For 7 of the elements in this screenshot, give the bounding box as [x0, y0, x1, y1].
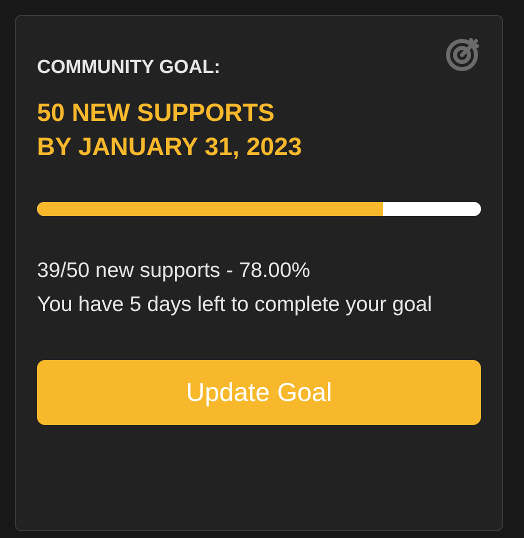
- goal-text: 50 NEW SUPPORTS: [37, 98, 276, 129]
- target-icon: [445, 36, 481, 72]
- goal-text: BY JANUARY 31, 2023: [37, 132, 302, 163]
- progress-summary: 39/50 new supports - 78.00%: [37, 258, 312, 284]
- deadline-message: You have 5 days left to complete your goal: [37, 292, 433, 318]
- card-title: COMMUNITY GOAL:: [37, 56, 222, 80]
- update-goal-button[interactable]: Update Goal: [37, 360, 481, 425]
